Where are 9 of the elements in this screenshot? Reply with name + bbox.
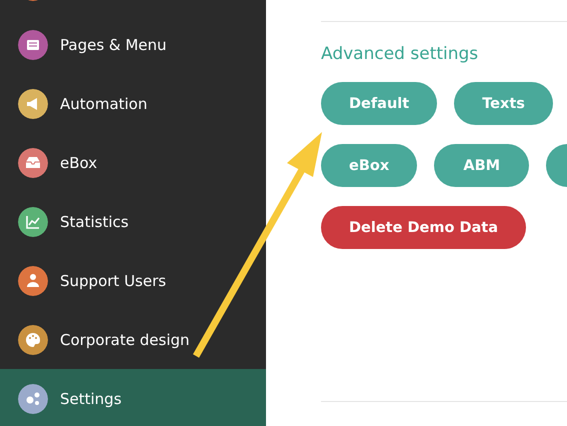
sidebar-item[interactable]: Statistics (0, 192, 266, 251)
sidebar-item[interactable]: Corporate design (0, 310, 266, 369)
sidebar-item[interactable]: Support Users (0, 251, 266, 310)
sidebar-item[interactable]: Settings (0, 369, 266, 426)
sidebar-item[interactable]: eBox (0, 133, 266, 192)
sidebar-item[interactable]: Pages & Menu (0, 15, 266, 74)
section-title: Advanced settings (321, 44, 480, 64)
sidebar-item[interactable]: Automation (0, 74, 266, 133)
settings-button[interactable]: Delete Demo Data (321, 206, 526, 249)
